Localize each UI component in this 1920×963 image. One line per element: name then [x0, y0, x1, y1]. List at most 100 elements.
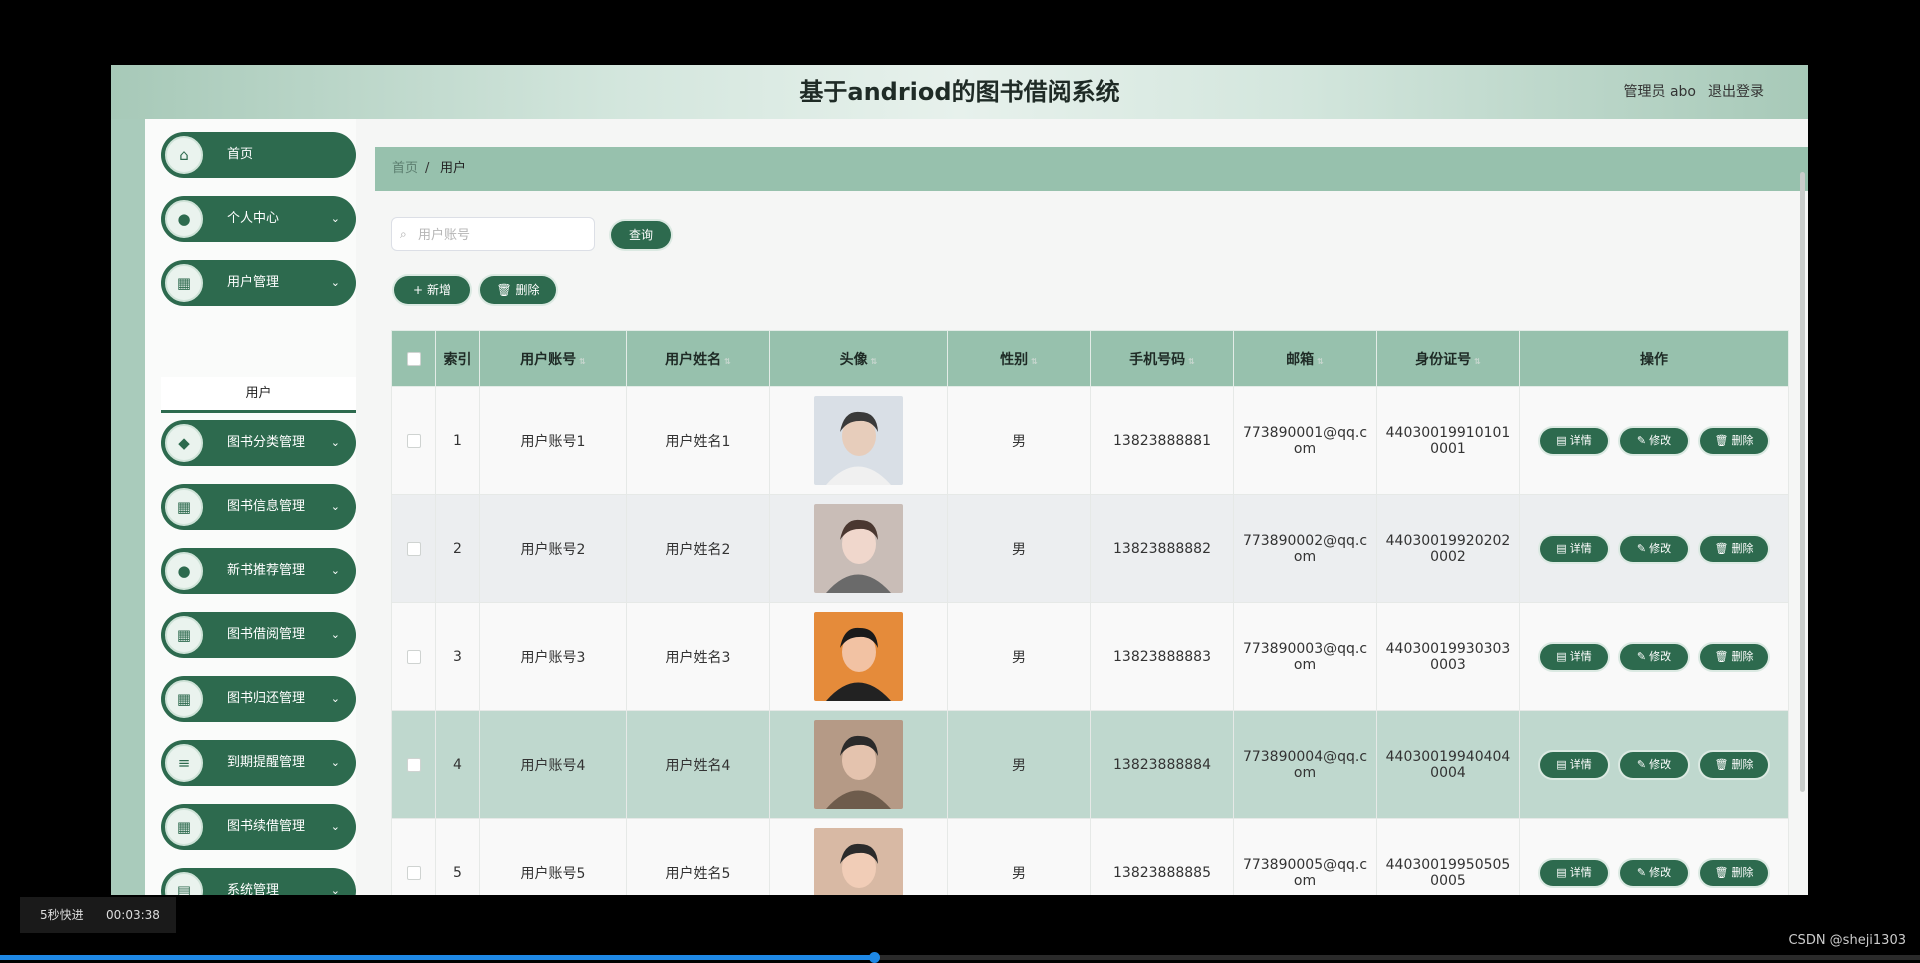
document-icon: ▤	[1556, 433, 1567, 447]
select-all-cell	[391, 330, 436, 387]
add-button[interactable]: + 新增	[394, 276, 470, 304]
sidebar-item-0[interactable]: ⌂ 首页	[161, 132, 356, 178]
row-checkbox[interactable]	[406, 433, 421, 448]
logout-link[interactable]: 退出登录	[1708, 65, 1764, 119]
left-accent-strip	[111, 119, 145, 895]
sidebar-item-7[interactable]: ▦ 图书归还管理 ⌄	[161, 676, 356, 722]
row-select-cell	[391, 602, 436, 711]
person-icon: ●	[165, 200, 203, 238]
cell-phone: 13823888884	[1090, 710, 1234, 819]
column-header[interactable]: 性别 ⇅	[947, 330, 1091, 387]
sidebar-item-3[interactable]: ◆ 图书分类管理 ⌄	[161, 420, 356, 466]
sidebar-item-label: 新书推荐管理	[227, 563, 306, 578]
delete-button[interactable]: 🗑 删除	[1700, 751, 1768, 778]
avatar-cell	[769, 710, 948, 819]
row-checkbox[interactable]	[406, 865, 421, 880]
delete-button[interactable]: 🗑 删除	[1700, 535, 1768, 562]
column-header[interactable]: 邮箱 ⇅	[1233, 330, 1377, 387]
sidebar-item-8[interactable]: ≡ 到期提醒管理 ⌄	[161, 740, 356, 786]
row-select-cell	[391, 494, 436, 603]
detail-button[interactable]: ▤ 详情	[1540, 859, 1608, 886]
tag-icon: ◆	[165, 424, 203, 462]
cell-name: 用户姓名1	[626, 386, 770, 495]
sort-icon[interactable]: ⇅	[1188, 357, 1195, 366]
detail-button[interactable]: ▤ 详情	[1540, 643, 1608, 670]
video-progress-bar[interactable]	[0, 952, 1920, 963]
detail-button[interactable]: ▤ 详情	[1540, 751, 1608, 778]
column-header-label: 性别	[1000, 351, 1029, 368]
search-input[interactable]	[416, 219, 592, 251]
sidebar-item-10[interactable]: ▤ 系统管理 ⌄	[161, 868, 356, 895]
detail-button[interactable]: ▤ 详情	[1540, 535, 1608, 562]
edit-button[interactable]: ✎ 修改	[1620, 427, 1688, 454]
delete-button[interactable]: 🗑 删除	[1700, 643, 1768, 670]
delete-button[interactable]: 🗑 删除	[1700, 859, 1768, 886]
cell-phone: 13823888882	[1090, 494, 1234, 603]
sidebar-subitem-user[interactable]: 用户	[161, 377, 356, 413]
row-checkbox[interactable]	[406, 757, 421, 772]
row-checkbox[interactable]	[406, 649, 421, 664]
cell-gender: 男	[947, 710, 1091, 819]
column-header[interactable]: 手机号码 ⇅	[1090, 330, 1234, 387]
row-actions-cell: ▤ 详情 ✎ 修改 🗑 删除	[1519, 494, 1789, 603]
sort-icon[interactable]: ⇅	[871, 357, 878, 366]
sidebar-item-1[interactable]: ● 个人中心 ⌄	[161, 196, 356, 242]
sidebar-item-5[interactable]: ● 新书推荐管理 ⌄	[161, 548, 356, 594]
sidebar-item-9[interactable]: ▦ 图书续借管理 ⌄	[161, 804, 356, 850]
sort-icon[interactable]: ⇅	[1317, 357, 1324, 366]
cell-account: 用户账号5	[479, 818, 627, 895]
playback-time: 00:03:38	[106, 908, 160, 922]
sort-icon[interactable]: ⇅	[1031, 357, 1038, 366]
detail-button[interactable]: ▤ 详情	[1540, 427, 1608, 454]
cell-idcard: 440300199101010001	[1376, 386, 1520, 495]
table-row[interactable]: 2 用户账号2 用户姓名2 男 13823888882 773890002@qq.com 4…	[391, 494, 1789, 603]
cell-idcard: 440300199202020002	[1376, 494, 1520, 603]
column-header[interactable]: 用户账号 ⇅	[479, 330, 627, 387]
document-icon: ▤	[1556, 649, 1567, 663]
watermark: CSDN @sheji1303	[1788, 933, 1906, 948]
main-content: 首页 / 用户 ⌕ 查询 + 新增 🗑 删除	[356, 119, 1808, 895]
cell-name: 用户姓名5	[626, 818, 770, 895]
edit-button[interactable]: ✎ 修改	[1620, 643, 1688, 670]
column-header[interactable]: 头像 ⇅	[769, 330, 948, 387]
table-row[interactable]: 4 用户账号4 用户姓名4 男 13823888884 773890004@qq.com 4…	[391, 710, 1789, 819]
sort-icon[interactable]: ⇅	[1474, 357, 1481, 366]
edit-button[interactable]: ✎ 修改	[1620, 535, 1688, 562]
column-header[interactable]: 身份证号 ⇅	[1376, 330, 1520, 387]
cell-gender: 男	[947, 818, 1091, 895]
top-bar: 基于andriod的图书借阅系统 管理员 abo 退出登录	[111, 65, 1808, 119]
cell-phone: 13823888881	[1090, 386, 1234, 495]
sidebar-item-2[interactable]: ▦ 用户管理 ⌄	[161, 260, 356, 306]
vertical-scrollbar[interactable]	[1800, 172, 1805, 792]
sidebar-item-label: 图书分类管理	[227, 435, 306, 450]
cell-index: 4	[435, 710, 480, 819]
sidebar-item-6[interactable]: ▦ 图书借阅管理 ⌄	[161, 612, 356, 658]
action-label: 详情	[1569, 865, 1592, 879]
delete-button[interactable]: 🗑 删除	[1700, 427, 1768, 454]
table-row[interactable]: 3 用户账号3 用户姓名3 男 13823888883 773890003@qq.com 4…	[391, 602, 1789, 711]
sort-icon[interactable]: ⇅	[724, 357, 731, 366]
table-row[interactable]: 5 用户账号5 用户姓名5 男 13823888885 773890005@qq.com 4…	[391, 818, 1789, 895]
cell-index: 1	[435, 386, 480, 495]
action-label: 详情	[1569, 433, 1592, 447]
video-progress-knob[interactable]	[868, 952, 880, 963]
app-window: 基于andriod的图书借阅系统 管理员 abo 退出登录 ⌂ 首页 ● 个人中心 ⌄ ▦…	[111, 65, 1808, 895]
chevron-down-icon: ⌄	[330, 564, 340, 577]
edit-button[interactable]: ✎ 修改	[1620, 859, 1688, 886]
cell-index: 2	[435, 494, 480, 603]
breadcrumb-home[interactable]: 首页	[392, 147, 418, 191]
select-all-checkbox[interactable]	[406, 351, 421, 366]
table-row[interactable]: 1 用户账号1 用户姓名1 男 13823888881 773890001@qq.com 4…	[391, 386, 1789, 495]
edit-button[interactable]: ✎ 修改	[1620, 751, 1688, 778]
trash-icon: 🗑	[1714, 433, 1729, 447]
query-button[interactable]: 查询	[611, 221, 671, 249]
batch-delete-button[interactable]: 🗑 删除	[480, 276, 556, 304]
video-progress-fill	[0, 955, 874, 960]
column-header[interactable]: 用户姓名 ⇅	[626, 330, 770, 387]
cell-name: 用户姓名2	[626, 494, 770, 603]
column-header-label: 头像	[839, 351, 868, 368]
row-checkbox[interactable]	[406, 541, 421, 556]
sort-icon[interactable]: ⇅	[579, 357, 586, 366]
sidebar-item-4[interactable]: ▦ 图书信息管理 ⌄	[161, 484, 356, 530]
row-select-cell	[391, 710, 436, 819]
